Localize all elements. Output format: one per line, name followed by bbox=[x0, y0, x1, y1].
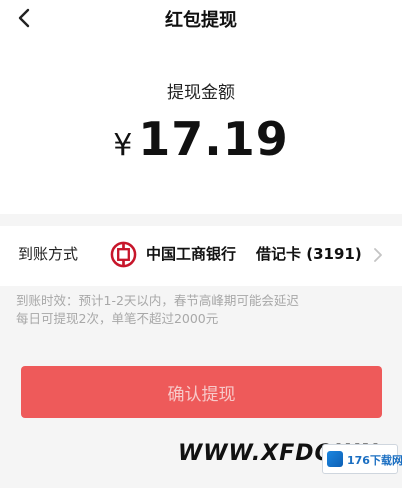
amount-display: ¥17.19 bbox=[0, 112, 402, 166]
amount-label: 提现金额 bbox=[167, 83, 235, 103]
icbc-bank-icon bbox=[110, 241, 137, 268]
notice-line-limits: 每日可提现2次，单笔不超过2000元 bbox=[16, 311, 219, 326]
payout-method-label: 到账方式 bbox=[18, 245, 79, 263]
header-section: 红包提现 提现金额 ¥17.19 bbox=[0, 0, 402, 214]
confirm-withdraw-button[interactable]: 确认提现 bbox=[21, 366, 382, 418]
payout-method-row[interactable]: 到账方式 中国工商银行 借记卡 (3191) bbox=[0, 226, 402, 286]
amount-value: 17.19 bbox=[138, 112, 289, 166]
watermark-logo-text: 176下载网 bbox=[347, 454, 402, 467]
bank-name: 中国工商银行 bbox=[146, 245, 237, 263]
currency-symbol: ¥ bbox=[113, 128, 133, 163]
nav-bar: 红包提现 bbox=[0, 0, 402, 36]
watermark-logo: 176下载网 bbox=[322, 444, 402, 474]
chevron-right-icon bbox=[374, 248, 382, 262]
page-title: 红包提现 bbox=[165, 10, 237, 31]
withdraw-notice: 到账时效：预计1-2天以内，春节高峰期可能会延迟 每日可提现2次，单笔不超过20… bbox=[16, 292, 388, 328]
download-site-icon bbox=[327, 451, 343, 467]
card-info: 借记卡 (3191) bbox=[256, 245, 362, 263]
notice-line-arrival: 到账时效：预计1-2天以内，春节高峰期可能会延迟 bbox=[16, 293, 299, 308]
